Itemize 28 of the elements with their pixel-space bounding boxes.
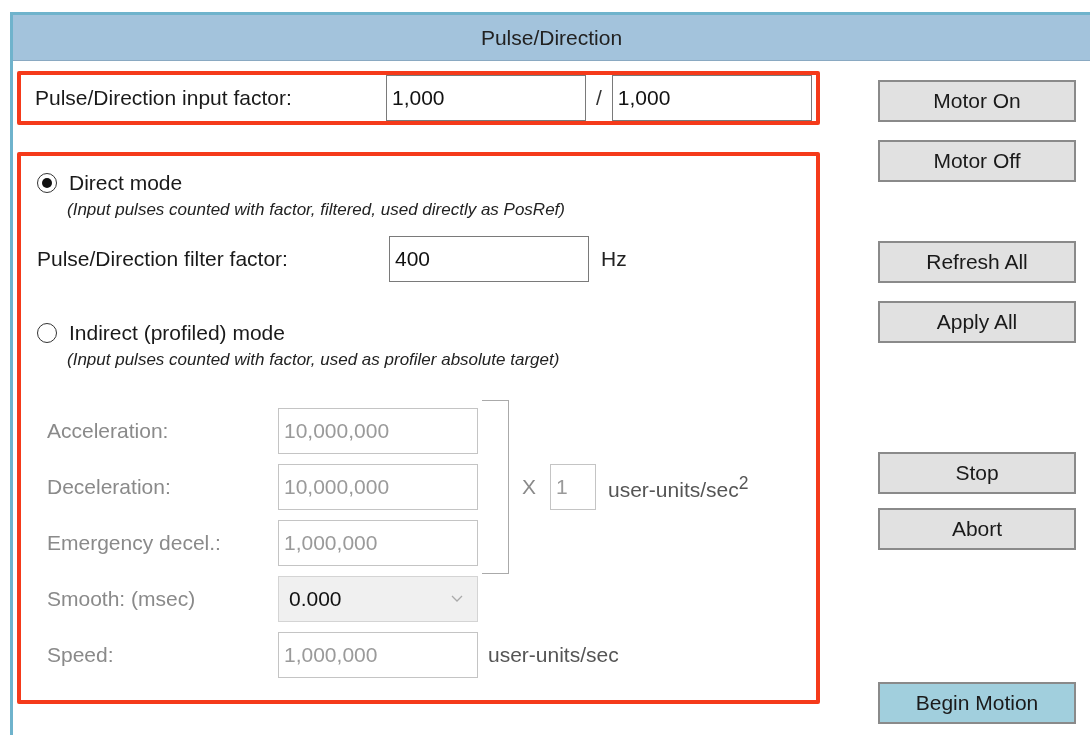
field-label: Emergency decel.: bbox=[47, 531, 222, 555]
action-button[interactable]: Refresh All bbox=[878, 241, 1076, 283]
field-label: Acceleration: bbox=[47, 419, 170, 443]
unit-label: user-units/sec bbox=[488, 643, 620, 667]
input-field[interactable]: 1,000 bbox=[611, 75, 812, 121]
field-label: Smooth: (msec) bbox=[47, 587, 197, 611]
unit-label: user-units/sec$^{2}$ bbox=[608, 472, 749, 502]
field-label: Deceleration: bbox=[47, 475, 172, 499]
action-button[interactable]: Begin Motion bbox=[878, 682, 1076, 724]
action-button[interactable]: Apply All bbox=[878, 301, 1076, 343]
input-field[interactable]: 400 bbox=[389, 236, 589, 282]
action-button[interactable]: Abort bbox=[878, 508, 1076, 550]
action-button[interactable]: Motor Off bbox=[878, 140, 1076, 182]
action-button[interactable]: Motor On bbox=[878, 80, 1076, 122]
multiply-sign: X bbox=[522, 475, 536, 499]
separator-text: / bbox=[596, 86, 602, 110]
radio-label: Direct mode bbox=[69, 171, 183, 195]
mode-description: (Input pulses counted with factor, filtered, used directly as PosRef) bbox=[67, 200, 566, 220]
window-title: Pulse/Direction bbox=[480, 25, 623, 50]
mode-description: (Input pulses counted with factor, used as profiler absolute target) bbox=[67, 350, 561, 370]
field-label: Pulse/Direction filter factor: bbox=[37, 247, 289, 271]
unit-label: Hz bbox=[601, 247, 627, 271]
chevron-down-icon bbox=[451, 595, 463, 603]
field-label: Pulse/Direction input factor: bbox=[35, 86, 293, 110]
field-label: Speed: bbox=[47, 643, 115, 667]
action-button[interactable]: Stop bbox=[878, 452, 1076, 494]
input-field[interactable]: 1,000 bbox=[386, 75, 586, 121]
radio-label: Indirect (profiled) mode bbox=[69, 321, 285, 345]
